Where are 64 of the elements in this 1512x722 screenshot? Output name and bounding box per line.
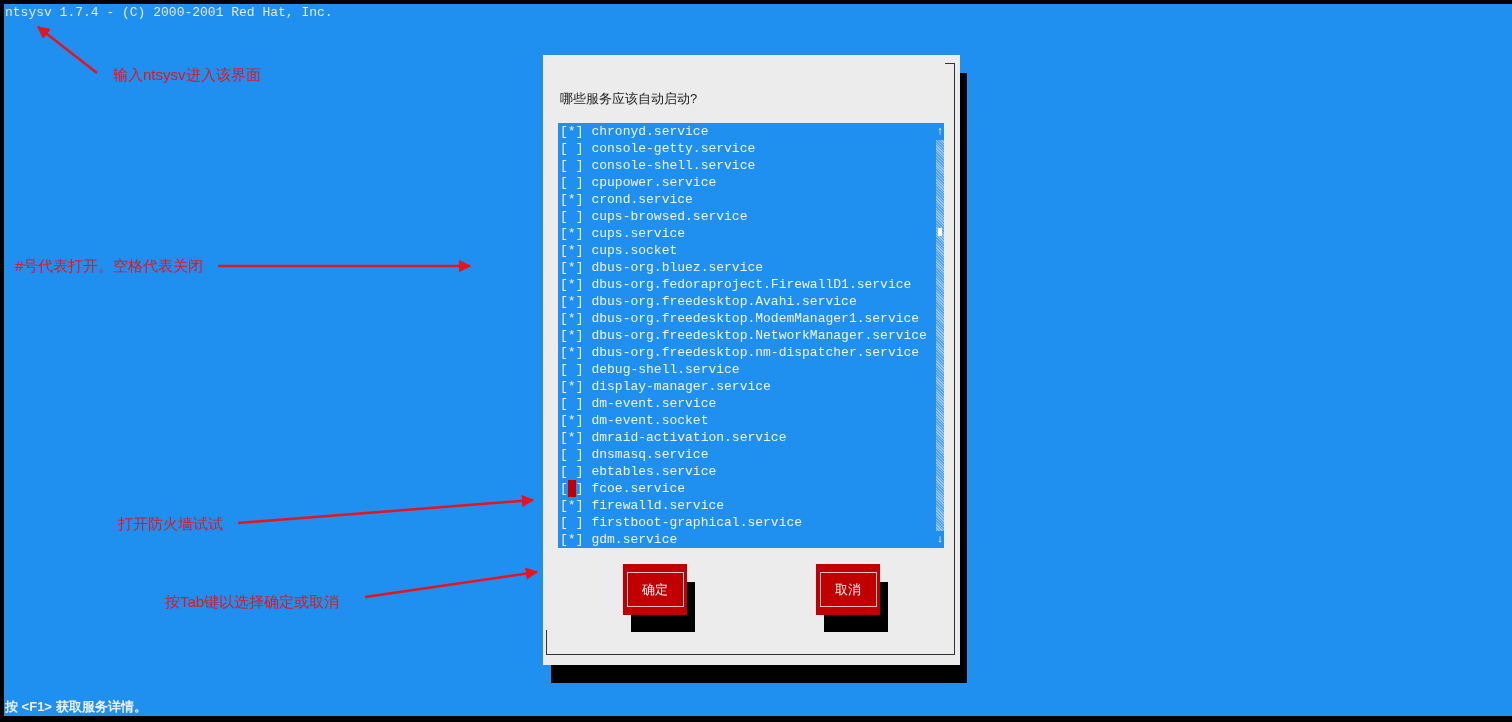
checkbox[interactable]: [ ] [560, 395, 584, 412]
service-name[interactable]: dbus-org.freedesktop.NetworkManager.service [591, 327, 927, 344]
service-name[interactable]: ebtables.service [591, 463, 717, 480]
checkbox[interactable]: [*] [560, 242, 584, 259]
service-name[interactable]: fcoe.service [591, 480, 686, 497]
service-name[interactable]: dbus-org.freedesktop.ModemManager1.service [591, 310, 920, 327]
service-name[interactable]: cpupower.service [591, 174, 717, 191]
status-line: 按 <F1> 获取服务详情。 [5, 698, 147, 715]
service-name[interactable]: dbus-org.fedoraproject.FirewallD1.service [591, 276, 912, 293]
service-name[interactable]: dbus-org.bluez.service [591, 259, 764, 276]
checkbox[interactable]: [ ] [560, 446, 584, 463]
checkbox[interactable]: [*] [560, 429, 584, 446]
annotation-text: 按Tab键以选择确定或取消 [165, 593, 340, 611]
checkbox[interactable]: [*] [560, 378, 584, 395]
service-name[interactable]: debug-shell.service [591, 361, 740, 378]
checkbox[interactable]: [*] [560, 293, 584, 310]
service-name[interactable]: dbus-org.freedesktop.Avahi.service [591, 293, 857, 310]
checkbox[interactable]: [*] [560, 123, 584, 140]
service-name[interactable]: dmraid-activation.service [591, 429, 787, 446]
service-name[interactable]: dm-event.socket [591, 412, 709, 429]
checkbox[interactable]: [*] [560, 344, 584, 361]
annotation-text: 输入ntsysv进入该界面 [113, 66, 261, 84]
checkbox[interactable]: [ ] [560, 361, 584, 378]
checkbox[interactable]: [ ] [560, 463, 584, 480]
service-name[interactable]: dnsmasq.service [591, 446, 709, 463]
checkbox[interactable]: [*] [560, 531, 584, 548]
checkbox[interactable]: [*] [560, 327, 584, 344]
service-name[interactable]: firstboot-graphical.service [591, 514, 803, 531]
checkbox[interactable]: [ ] [560, 140, 584, 157]
checkbox[interactable]: [*] [560, 276, 584, 293]
cancel-button[interactable]: 取消 [816, 564, 880, 615]
checkbox[interactable]: [*] [560, 412, 584, 429]
checkbox[interactable]: [ ] [560, 157, 584, 174]
service-name[interactable]: crond.service [591, 191, 693, 208]
service-name[interactable]: cups-browsed.service [591, 208, 748, 225]
service-name[interactable]: display-manager.service [591, 378, 771, 395]
annotation-text: #号代表打开。空格代表关闭 [15, 257, 204, 275]
checkbox[interactable]: [*] [560, 259, 584, 276]
annotation-arrow [37, 26, 98, 74]
service-name[interactable]: console-shell.service [591, 157, 756, 174]
service-name[interactable]: cups.socket [591, 242, 678, 259]
service-name[interactable]: gdm.service [591, 531, 678, 548]
checkbox[interactable]: [*] [560, 497, 584, 514]
service-name[interactable]: firewalld.service [591, 497, 725, 514]
scrollbar-track[interactable] [936, 140, 944, 531]
ok-button[interactable]: 确定 [623, 564, 687, 615]
checkbox[interactable]: [ ] [560, 174, 584, 191]
service-name[interactable]: dm-event.service [591, 395, 717, 412]
checkbox[interactable]: [*] [560, 225, 584, 242]
scroll-down-arrow[interactable]: ↓ [936, 531, 944, 548]
checkbox[interactable]: [ ] [560, 514, 584, 531]
checkbox[interactable]: [ ] [560, 208, 584, 225]
header-text: ntsysv 1.7.4 - (C) 2000-2001 Red Hat, Inc. [5, 4, 333, 21]
checkbox[interactable]: [ ] [560, 480, 584, 497]
scrollbar-thumb[interactable] [938, 228, 942, 236]
service-name[interactable]: chronyd.service [591, 123, 709, 140]
checkbox[interactable]: [*] [560, 191, 584, 208]
dialog-prompt: 哪些服务应该自动启动? [560, 90, 698, 108]
checkbox[interactable]: [*] [560, 310, 584, 327]
service-name[interactable]: cups.service [591, 225, 686, 242]
service-name[interactable]: dbus-org.freedesktop.nm-dispatcher.service [591, 344, 920, 361]
service-name[interactable]: console-getty.service [591, 140, 756, 157]
annotation-text: 打开防火墙试试 [118, 515, 223, 533]
scroll-up-arrow[interactable]: ↑ [936, 123, 944, 140]
